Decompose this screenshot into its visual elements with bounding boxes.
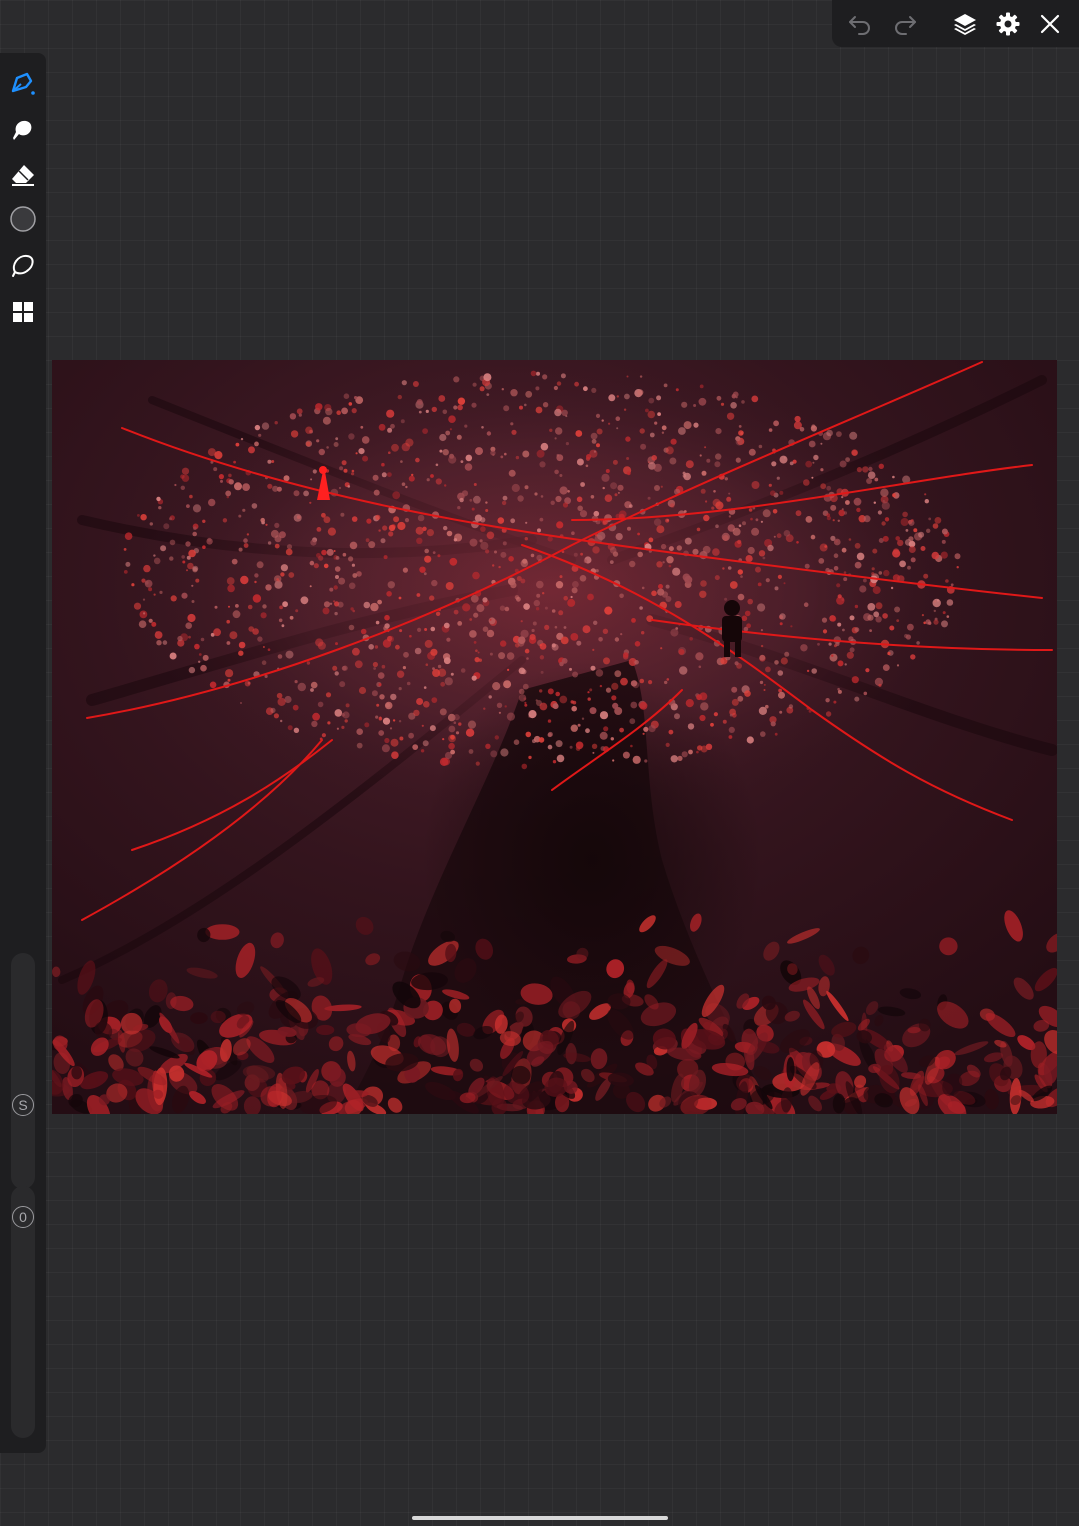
- undo-button[interactable]: [842, 6, 878, 42]
- brush-icon: [11, 72, 35, 95]
- color-tool[interactable]: [8, 204, 38, 234]
- canvas-artwork[interactable]: [52, 360, 1057, 1114]
- close-button[interactable]: [1032, 6, 1068, 42]
- smudge-tool[interactable]: [8, 115, 38, 145]
- color-swatch-icon: [10, 206, 36, 232]
- home-indicator[interactable]: [412, 1516, 668, 1520]
- brush-size-slider[interactable]: [11, 953, 35, 1189]
- artwork-image: [52, 360, 1057, 1114]
- eraser-tool[interactable]: [8, 160, 38, 190]
- eraser-icon: [12, 165, 34, 186]
- selection-icon: [12, 254, 34, 277]
- left-sidebar: S 0: [0, 53, 46, 1453]
- layers-button[interactable]: [947, 6, 983, 42]
- selection-tool[interactable]: [8, 250, 38, 280]
- brush-size-knob[interactable]: S: [9, 1091, 37, 1119]
- brush-opacity-label: 0: [12, 1206, 34, 1228]
- top-toolbar: [832, 0, 1079, 47]
- brush-tool[interactable]: [8, 68, 38, 98]
- settings-icon: [996, 12, 1020, 36]
- brush-opacity-knob[interactable]: 0: [9, 1203, 37, 1231]
- brush-size-label: S: [12, 1094, 34, 1116]
- settings-button[interactable]: [990, 6, 1026, 42]
- redo-icon: [895, 16, 916, 35]
- undo-icon: [849, 16, 870, 35]
- layers-icon: [954, 14, 976, 35]
- close-icon: [1040, 14, 1060, 34]
- smudge-icon: [13, 120, 32, 140]
- redo-button[interactable]: [887, 6, 923, 42]
- gallery-grid-icon: [13, 302, 33, 322]
- gallery-tool[interactable]: [8, 297, 38, 327]
